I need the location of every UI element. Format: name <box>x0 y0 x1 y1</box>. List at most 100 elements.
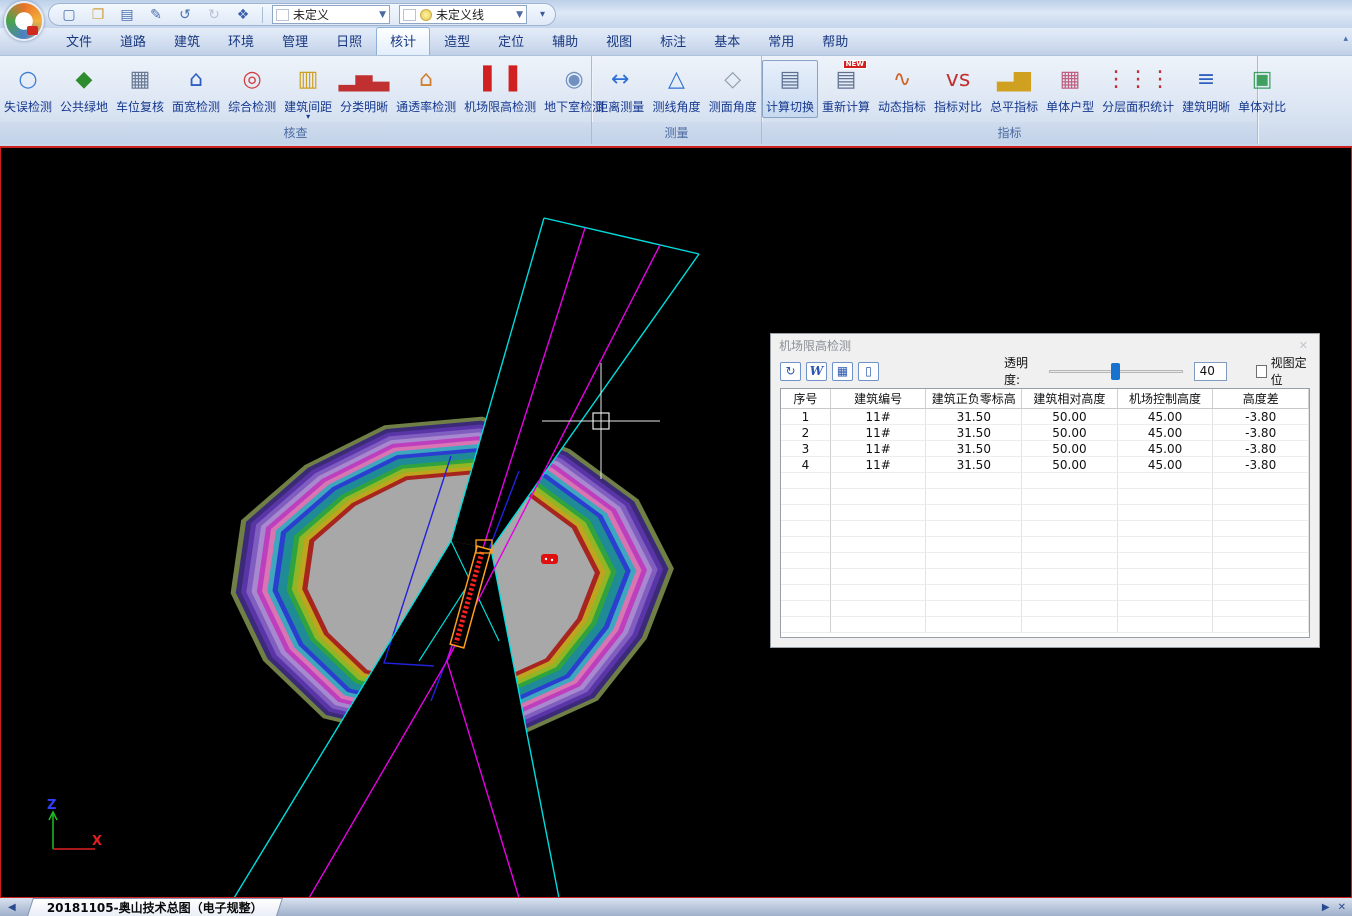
table-row[interactable] <box>781 521 1309 537</box>
export-table-icon[interactable]: ▦ <box>832 362 853 381</box>
table-cell <box>1213 585 1309 601</box>
dialog-toolbar: ↻ W ▦ ▯ 透明度: 40 视图定位 <box>771 356 1319 386</box>
table-row[interactable] <box>781 585 1309 601</box>
layers-button[interactable]: ❖ <box>233 6 253 24</box>
table-cell <box>781 553 831 569</box>
line-swatch <box>403 9 416 21</box>
checkbox-box[interactable] <box>1256 365 1267 378</box>
面宽检测-button[interactable]: ⌂面宽检测 <box>168 60 224 118</box>
综合检测-button[interactable]: ◎综合检测 <box>224 60 280 118</box>
line-style-dropdown[interactable]: 未定义线 ▼ <box>399 5 527 24</box>
测线角度-button[interactable]: △测线角度 <box>648 60 704 118</box>
open-file-button[interactable]: ❐ <box>88 6 108 24</box>
总平指标-button[interactable]: ▃▆总平指标 <box>986 60 1042 118</box>
动态指标-button[interactable]: ∿动态指标 <box>874 60 930 118</box>
距离测量-button[interactable]: ↔距离测量 <box>592 60 648 118</box>
menu-tab-4[interactable]: 环境 <box>214 27 268 55</box>
active-document-tab[interactable]: 20181105-奥山技术总图（电子规整） <box>27 898 283 916</box>
分层面积统计-button[interactable]: ⋮⋮⋮分层面积统计 <box>1098 60 1178 118</box>
color-swatch <box>276 9 289 21</box>
app-logo-icon[interactable] <box>4 1 44 41</box>
table-row[interactable] <box>781 553 1309 569</box>
table-row[interactable] <box>781 601 1309 617</box>
ribbon-minimize-button[interactable]: ▴ <box>1343 34 1348 44</box>
new-badge: NEW <box>843 60 867 69</box>
单体户型-button[interactable]: ▦单体户型 <box>1042 60 1098 118</box>
menu-tab-8[interactable]: 造型 <box>430 27 484 55</box>
unit-compare-icon: ▣ <box>1245 63 1279 97</box>
close-doc-icon[interactable]: ✕ <box>1338 902 1346 913</box>
opacity-label: 透明度: <box>1004 354 1038 388</box>
table-cell <box>1118 505 1214 521</box>
计算切换-button[interactable]: ▤计算切换 <box>762 60 818 118</box>
refresh-icon[interactable]: ↻ <box>780 362 801 381</box>
公共绿地-button[interactable]: ◆公共绿地 <box>56 60 112 118</box>
save-button[interactable]: ▤ <box>117 6 137 24</box>
next-doc-icon[interactable]: ▶ <box>1322 902 1330 913</box>
table-cell <box>1022 521 1118 537</box>
close-icon[interactable]: ✕ <box>1296 339 1311 352</box>
table-row[interactable] <box>781 473 1309 489</box>
menu-tab-2[interactable]: 道路 <box>106 27 160 55</box>
建筑明晰-button[interactable]: ≡建筑明晰 <box>1178 60 1234 118</box>
table-row[interactable] <box>781 489 1309 505</box>
table-cell <box>1118 569 1214 585</box>
table-cell <box>831 617 927 633</box>
table-row[interactable] <box>781 617 1309 633</box>
save-as-button[interactable]: ✎ <box>146 6 166 24</box>
column-settings-icon[interactable]: ▯ <box>858 362 879 381</box>
export-word-icon[interactable]: W <box>806 362 827 381</box>
slider-thumb[interactable] <box>1111 363 1120 380</box>
建筑间距-button[interactable]: ▥建筑间距▾ <box>280 60 336 122</box>
机场限高检测-button[interactable]: ▌▐机场限高检测 <box>460 60 540 118</box>
ribbon-group: ↔距离测量△测线角度◇测面角度测量 <box>592 56 762 144</box>
undo-button[interactable]: ↺ <box>175 6 195 24</box>
prev-doc-icon[interactable]: ◀ <box>8 902 16 913</box>
menu-tab-9[interactable]: 定位 <box>484 27 538 55</box>
table-cell: 45.00 <box>1118 425 1214 441</box>
color-style-dropdown[interactable]: 未定义 ▼ <box>272 5 390 24</box>
重新计算-button[interactable]: ▤NEW重新计算 <box>818 60 874 118</box>
table-cell <box>1118 553 1214 569</box>
new-file-button[interactable]: ▢ <box>59 6 79 24</box>
指标对比-button[interactable]: vs指标对比 <box>930 60 986 118</box>
table-cell: 11# <box>831 425 927 441</box>
menu-tab-1[interactable]: 文件 <box>52 27 106 55</box>
测面角度-button[interactable]: ◇测面角度 <box>705 60 761 118</box>
通透率检测-button[interactable]: ⌂通透率检测 <box>392 60 460 118</box>
menu-tab-10[interactable]: 辅助 <box>538 27 592 55</box>
table-cell: 11# <box>831 457 927 473</box>
menu-tab-12[interactable]: 标注 <box>646 27 700 55</box>
table-row[interactable]: 211#31.5050.0045.00-3.80 <box>781 425 1309 441</box>
menu-tab-11[interactable]: 视图 <box>592 27 646 55</box>
dialog-titlebar[interactable]: 机场限高检测 ✕ <box>771 334 1319 356</box>
menu-tab-13[interactable]: 基本 <box>700 27 754 55</box>
车位复核-button[interactable]: ▦车位复核 <box>112 60 168 118</box>
chevron-down-icon[interactable]: ▾ <box>306 115 310 119</box>
table-row[interactable]: 311#31.5050.0045.00-3.80 <box>781 441 1309 457</box>
table-cell: 50.00 <box>1022 409 1118 425</box>
table-row[interactable] <box>781 505 1309 521</box>
menu-tab-3[interactable]: 建筑 <box>160 27 214 55</box>
table-cell: -3.80 <box>1213 457 1309 473</box>
menu-tab-15[interactable]: 帮助 <box>808 27 862 55</box>
table-row[interactable] <box>781 537 1309 553</box>
失误检测-button[interactable]: ○失误检测 <box>0 60 56 118</box>
menu-tab-5[interactable]: 管理 <box>268 27 322 55</box>
menu-tab-7[interactable]: 核计 <box>376 27 430 55</box>
view-locate-checkbox[interactable]: 视图定位 <box>1256 354 1310 388</box>
opacity-value-input[interactable]: 40 <box>1194 362 1227 381</box>
menu-tab-6[interactable]: 日照 <box>322 27 376 55</box>
单体对比-button[interactable]: ▣单体对比 <box>1234 60 1290 118</box>
table-row[interactable] <box>781 569 1309 585</box>
table-row[interactable]: 411#31.5050.0045.00-3.80 <box>781 457 1309 473</box>
table-cell <box>1118 617 1214 633</box>
menu-tab-14[interactable]: 常用 <box>754 27 808 55</box>
redo-button[interactable]: ↻ <box>204 6 224 24</box>
toolbar-overflow-button[interactable]: ▾ <box>540 9 545 20</box>
ribbon-button-label: 失误检测 <box>4 98 52 115</box>
opacity-slider[interactable] <box>1049 363 1183 380</box>
table-row[interactable]: 111#31.5050.0045.00-3.80 <box>781 409 1309 425</box>
分类明晰-button[interactable]: ▂▅▃分类明晰 <box>336 60 392 118</box>
table-cell <box>831 505 927 521</box>
